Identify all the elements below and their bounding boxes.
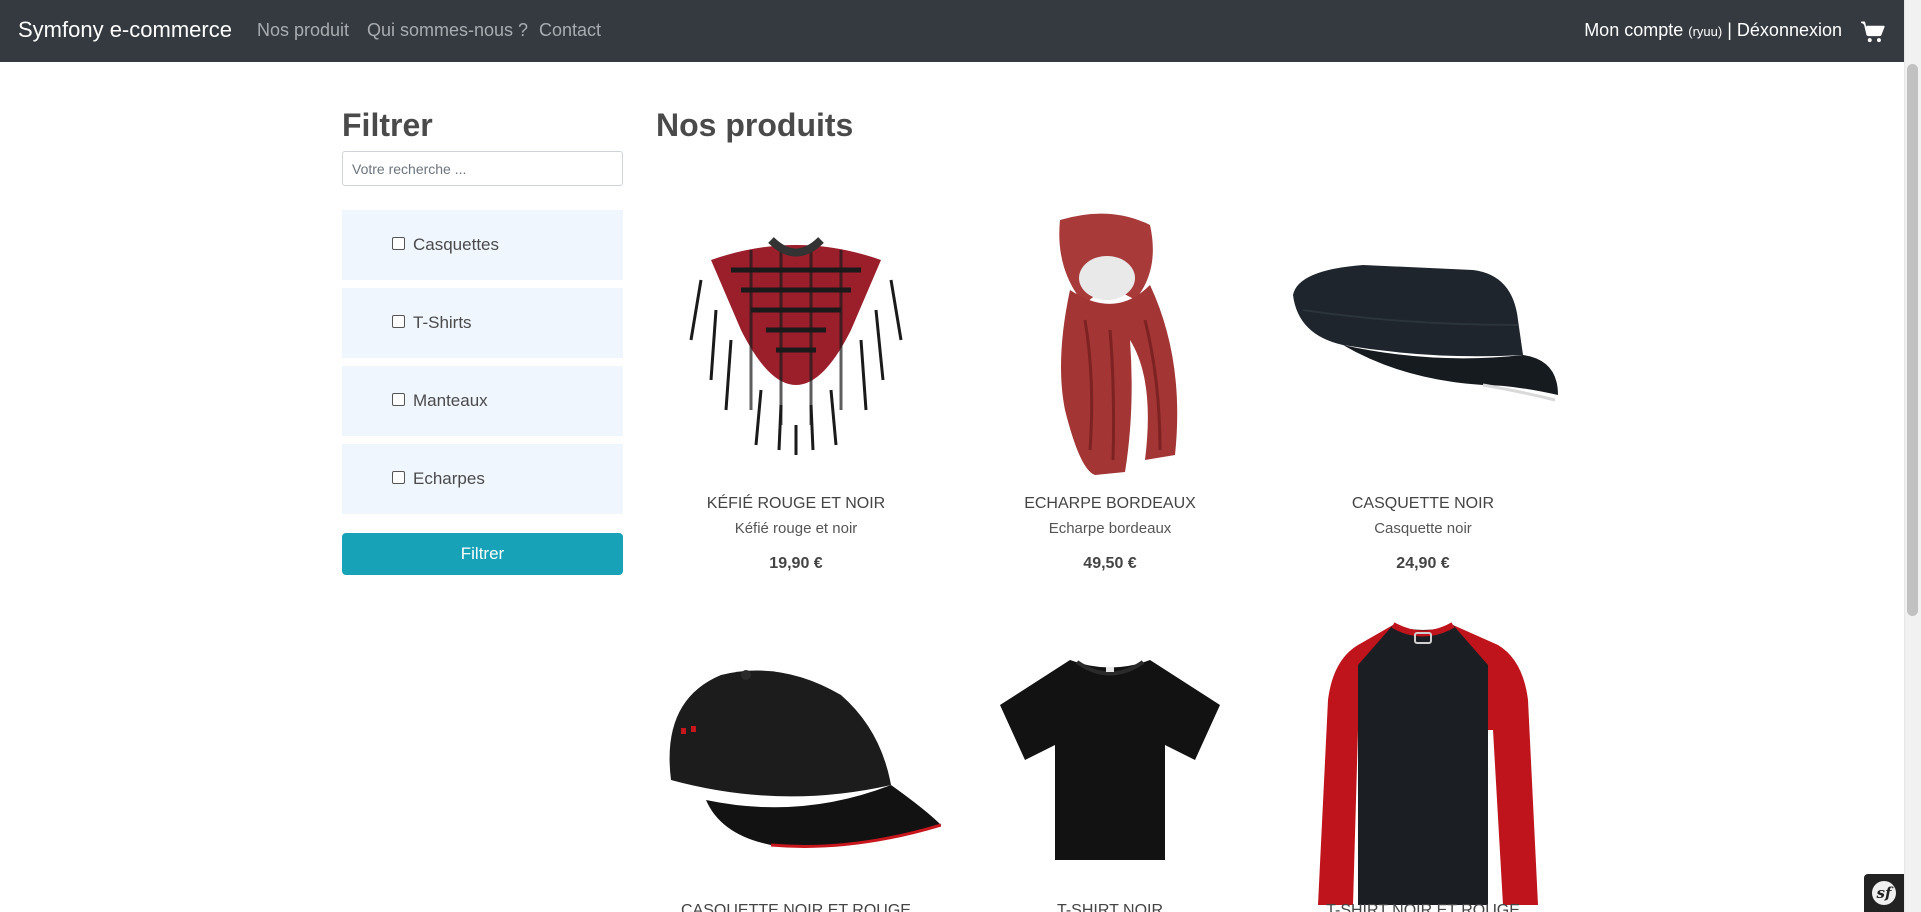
- top-navbar: Symfony e-commerce Nos produit Qui somme…: [0, 0, 1904, 62]
- account-link[interactable]: Mon compte (ryuu): [1584, 20, 1722, 40]
- product-name[interactable]: CASQUETTE NOIR ET ROUGE: [651, 902, 941, 912]
- category-manteaux[interactable]: Manteaux: [342, 366, 623, 436]
- product-name[interactable]: CASQUETTE NOIR: [1278, 495, 1568, 513]
- scrollbar-thumb[interactable]: [1907, 64, 1918, 616]
- product-name[interactable]: T-SHIRT NOIR: [965, 902, 1255, 912]
- nav-link-produits[interactable]: Nos produit: [257, 20, 349, 41]
- product-image-raglan-tshirt[interactable]: [1298, 620, 1548, 905]
- product-name[interactable]: KÉFIÉ ROUGE ET NOIR: [651, 495, 941, 513]
- category-checkbox[interactable]: [392, 237, 405, 250]
- product-card[interactable]: T-SHIRT NOIR ET ROUGE: [1278, 620, 1568, 912]
- product-card[interactable]: CASQUETTE NOIR Casquette noir 24,90 €: [1278, 210, 1568, 580]
- product-card[interactable]: CASQUETTE NOIR ET ROUGE: [651, 620, 941, 912]
- product-image-black-cap[interactable]: [1283, 210, 1563, 460]
- category-casquettes[interactable]: Casquettes: [342, 210, 623, 280]
- product-image-keffiyeh[interactable]: [671, 210, 921, 460]
- product-name[interactable]: ECHARPE BORDEAUX: [965, 495, 1255, 513]
- filter-title: Filtrer: [342, 107, 433, 143]
- product-description: Kéfié rouge et noir: [734, 520, 858, 537]
- symfony-logo-icon: sf: [1872, 881, 1896, 905]
- product-description: Casquette noir: [1374, 520, 1472, 537]
- brand-link[interactable]: Symfony e-commerce: [18, 17, 232, 43]
- product-price: 19,90 €: [769, 555, 823, 572]
- symfony-toolbar-toggle[interactable]: sf: [1864, 874, 1904, 912]
- category-checkbox[interactable]: [392, 393, 405, 406]
- nav-link-qui-sommes-nous[interactable]: Qui sommes-nous ?: [367, 20, 528, 41]
- search-input[interactable]: [342, 151, 623, 186]
- product-image-black-red-cap[interactable]: [651, 620, 941, 860]
- logout-link[interactable]: Déxonnexion: [1737, 20, 1842, 40]
- category-label: Manteaux: [413, 391, 488, 410]
- nav-link-contact[interactable]: Contact: [539, 20, 601, 41]
- category-label: T-Shirts: [413, 313, 472, 332]
- nav-separator: |: [1727, 20, 1732, 40]
- product-name[interactable]: T-SHIRT NOIR ET ROUGE: [1278, 902, 1568, 912]
- product-card[interactable]: T-SHIRT NOIR: [965, 620, 1255, 912]
- products-title: Nos produits: [656, 107, 854, 143]
- product-card[interactable]: ECHARPE BORDEAUX Echarpe bordeaux 49,50 …: [965, 210, 1255, 580]
- account-username: (ryuu): [1688, 24, 1723, 39]
- page-scrollbar[interactable]: [1904, 0, 1921, 912]
- product-image-scarf[interactable]: [985, 210, 1235, 480]
- category-label: Echarpes: [413, 469, 485, 488]
- account-area: Mon compte (ryuu) | Déxonnexion: [1584, 20, 1842, 41]
- cart-icon[interactable]: [1860, 19, 1886, 45]
- category-t-shirts[interactable]: T-Shirts: [342, 288, 623, 358]
- category-checkbox[interactable]: [392, 471, 405, 484]
- category-echarpes[interactable]: Echarpes: [342, 444, 623, 514]
- product-price: 24,90 €: [1396, 555, 1450, 572]
- product-price: 49,50 €: [1083, 555, 1137, 572]
- category-checkbox[interactable]: [392, 315, 405, 328]
- product-card[interactable]: KÉFIÉ ROUGE ET NOIR Kéfié rouge et noir …: [651, 210, 941, 580]
- product-description: Echarpe bordeaux: [1048, 520, 1172, 537]
- product-image-black-tshirt[interactable]: [985, 620, 1235, 870]
- filter-button[interactable]: Filtrer: [342, 533, 623, 575]
- category-label: Casquettes: [413, 235, 499, 254]
